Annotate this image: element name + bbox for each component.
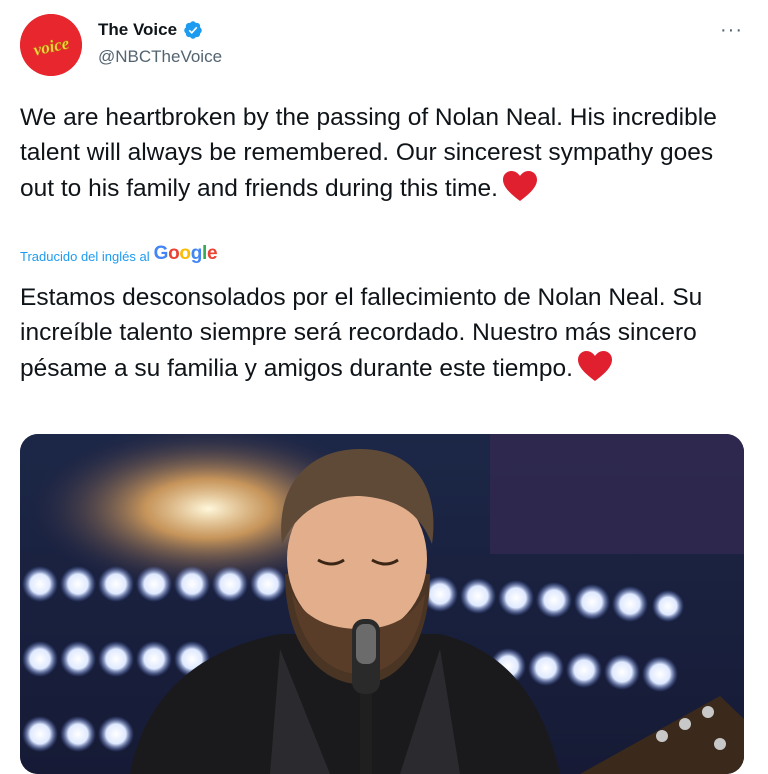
- translation-attribution[interactable]: Traducido del inglés al Google: [20, 243, 218, 265]
- translated-label: Traducido del inglés al: [20, 249, 150, 264]
- avatar[interactable]: voice: [20, 14, 82, 76]
- more-options-icon[interactable]: ···: [720, 20, 743, 40]
- account-handle[interactable]: @NBCTheVoice: [98, 47, 222, 67]
- the-voice-logo: voice: [20, 14, 82, 76]
- heart-emoji-icon: [577, 350, 613, 382]
- display-name[interactable]: The Voice: [98, 20, 177, 40]
- tweet-text-content: We are heartbroken by the passing of Nol…: [20, 104, 717, 202]
- tweet-media-image[interactable]: [20, 434, 744, 774]
- account-name-row: The Voice: [98, 20, 203, 40]
- heart-emoji-icon: [502, 170, 538, 202]
- tweet-text: We are heartbroken by the passing of Nol…: [20, 100, 750, 206]
- verified-badge-icon: [183, 20, 203, 40]
- translated-tweet-text: Estamos desconsolados por el fallecimien…: [20, 280, 750, 386]
- singer-photo: [20, 434, 744, 774]
- google-logo: Google: [153, 243, 218, 264]
